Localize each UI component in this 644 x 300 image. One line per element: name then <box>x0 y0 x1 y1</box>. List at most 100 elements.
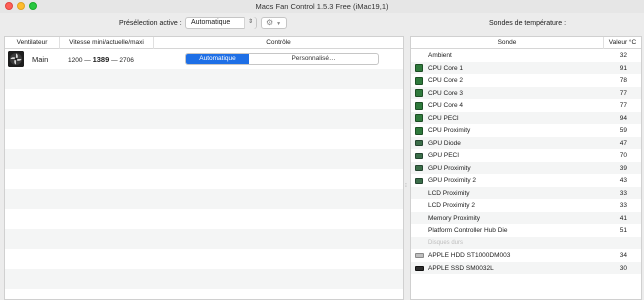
sensor-value: 78 <box>619 77 627 84</box>
table-row[interactable]: APPLE HDD ST1000DM003 34 <box>411 249 641 262</box>
sensor-name: LCD Proximity <box>428 189 470 197</box>
table-row[interactable]: GPU Proximity 2 43 <box>411 174 641 187</box>
sensor-name: CPU Core 2 <box>428 77 464 84</box>
sensor-name: GPU PECI <box>428 152 460 159</box>
empty-row <box>5 209 403 229</box>
sensor-value: 94 <box>619 114 627 122</box>
sensor-value: 59 <box>619 127 627 134</box>
table-row[interactable]: CPU Core 2 78 <box>411 74 641 87</box>
fan-speed-current: 1389 <box>92 55 110 64</box>
sensor-name: GPU Proximity 2 <box>428 177 477 184</box>
sensor-name: Ambient <box>428 52 452 59</box>
table-row[interactable]: Main 1200 — 1389 — 2706 Automatique Pers… <box>5 49 403 69</box>
sensor-value: 43 <box>619 177 627 184</box>
cpu-chip-icon <box>415 89 423 97</box>
empty-row <box>5 149 403 169</box>
column-header-fan[interactable]: Ventilateur <box>5 37 60 49</box>
empty-row <box>5 69 403 89</box>
fans-table: Ventilateur Vitesse mini/actuelle/maxi C… <box>4 36 404 300</box>
table-row[interactable]: CPU Core 4 77 <box>411 99 641 112</box>
fan-speed-max: 2706 <box>119 57 134 64</box>
column-header-value[interactable]: Valeur °C <box>604 37 641 49</box>
empty-row <box>5 189 403 209</box>
table-row[interactable]: CPU PECI 94 <box>411 111 641 124</box>
sensor-name: CPU Core 3 <box>428 89 464 97</box>
settings-menu-button[interactable]: ⚙ ▼ <box>261 17 287 29</box>
table-row[interactable]: Ambient 32 <box>411 49 641 62</box>
chevron-down-icon: ▼ <box>276 21 282 27</box>
empty-row <box>5 109 403 129</box>
table-row[interactable]: Platform Controller Hub Die 51 <box>411 224 641 237</box>
sensor-value: 77 <box>619 89 627 97</box>
minimize-window-button[interactable] <box>17 2 25 10</box>
sensor-name: CPU Proximity <box>428 127 471 134</box>
empty-rows <box>5 69 403 299</box>
split-view-handle[interactable]: ⁝ <box>405 182 408 189</box>
sensor-value: 91 <box>619 64 627 72</box>
ssd-icon <box>415 265 424 271</box>
sensors-table-header: Sonde Valeur °C <box>411 37 641 49</box>
sensor-value: 34 <box>619 252 627 259</box>
window-title: Macs Fan Control 1.5.3 Free (iMac19,1) <box>255 2 389 11</box>
table-row[interactable]: GPU Proximity 39 <box>411 161 641 174</box>
gpu-card-icon <box>415 165 423 171</box>
table-row[interactable]: GPU Diode 47 <box>411 136 641 149</box>
gpu-card-icon <box>415 177 423 184</box>
sensor-value: 33 <box>619 202 627 209</box>
sensor-list: Ambient 32 CPU Core 1 91 CPU Core 2 78 CPU Cor… <box>411 49 641 274</box>
table-row[interactable]: APPLE SSD SM0032L 30 <box>411 261 641 274</box>
sensor-value: 51 <box>619 227 627 234</box>
table-row[interactable]: CPU Core 1 91 <box>411 61 641 74</box>
column-header-control[interactable]: Contrôle <box>154 37 403 49</box>
hdd-icon <box>415 253 424 258</box>
preset-label: Présélection active : <box>119 20 182 27</box>
sensor-name: Disques durs <box>428 239 464 246</box>
table-row[interactable]: LCD Proximity 33 <box>411 186 641 199</box>
close-window-button[interactable] <box>5 2 13 10</box>
speed-separator: — <box>111 57 118 64</box>
sensor-group-header[interactable]: Disques durs <box>411 236 641 249</box>
toolbar: Présélection active : Automatique ⇕ ⚙ ▼ S… <box>0 13 644 36</box>
gear-icon: ⚙ <box>266 18 274 27</box>
cpu-chip-icon <box>415 76 423 85</box>
zoom-window-button[interactable] <box>29 2 37 10</box>
control-mode-toggle[interactable]: Automatique Personnalisé… <box>185 53 379 65</box>
speed-separator: — <box>84 57 91 64</box>
table-row[interactable]: CPU Proximity 59 <box>411 124 641 137</box>
sensor-name: LCD Proximity 2 <box>428 202 475 209</box>
custom-mode-button[interactable]: Personnalisé… <box>249 54 378 64</box>
empty-row <box>5 129 403 149</box>
gpu-card-icon <box>415 152 423 159</box>
preset-select[interactable]: Automatique ⇕ <box>185 17 257 29</box>
column-header-speed[interactable]: Vitesse mini/actuelle/maxi <box>60 37 154 49</box>
table-row[interactable]: Memory Proximity 41 <box>411 211 641 224</box>
empty-row <box>5 289 403 299</box>
sensor-name: GPU Proximity <box>428 164 471 172</box>
sensor-name: APPLE HDD ST1000DM003 <box>428 252 511 259</box>
fan-icon <box>8 51 24 67</box>
fan-speed-min: 1200 <box>68 57 83 64</box>
table-row[interactable]: LCD Proximity 2 33 <box>411 199 641 212</box>
sensor-value: 32 <box>619 52 627 59</box>
sensor-name: CPU Core 4 <box>428 102 464 109</box>
fan-name: Main <box>32 55 49 64</box>
window-controls <box>5 2 37 10</box>
sensor-value: 77 <box>619 102 627 109</box>
sensor-value: 30 <box>619 264 627 272</box>
cpu-chip-icon <box>415 64 423 72</box>
sensors-table: Sonde Valeur °C Ambient 32 CPU Core 1 91 CPU… <box>410 36 642 300</box>
automatic-mode-button[interactable]: Automatique <box>186 54 249 64</box>
empty-row <box>5 169 403 189</box>
gpu-card-icon <box>415 140 423 146</box>
column-header-sensor[interactable]: Sonde <box>411 37 604 49</box>
cpu-chip-icon <box>415 126 423 135</box>
empty-row <box>5 229 403 249</box>
sensor-name: CPU Core 1 <box>428 64 464 72</box>
table-row[interactable]: GPU PECI 70 <box>411 149 641 162</box>
sensor-value: 33 <box>619 189 627 197</box>
sensor-value: 47 <box>619 139 627 147</box>
preset-select-value: Automatique <box>191 19 231 26</box>
chevron-updown-icon: ⇕ <box>244 17 256 29</box>
empty-row <box>5 249 403 269</box>
table-row[interactable]: CPU Core 3 77 <box>411 86 641 99</box>
